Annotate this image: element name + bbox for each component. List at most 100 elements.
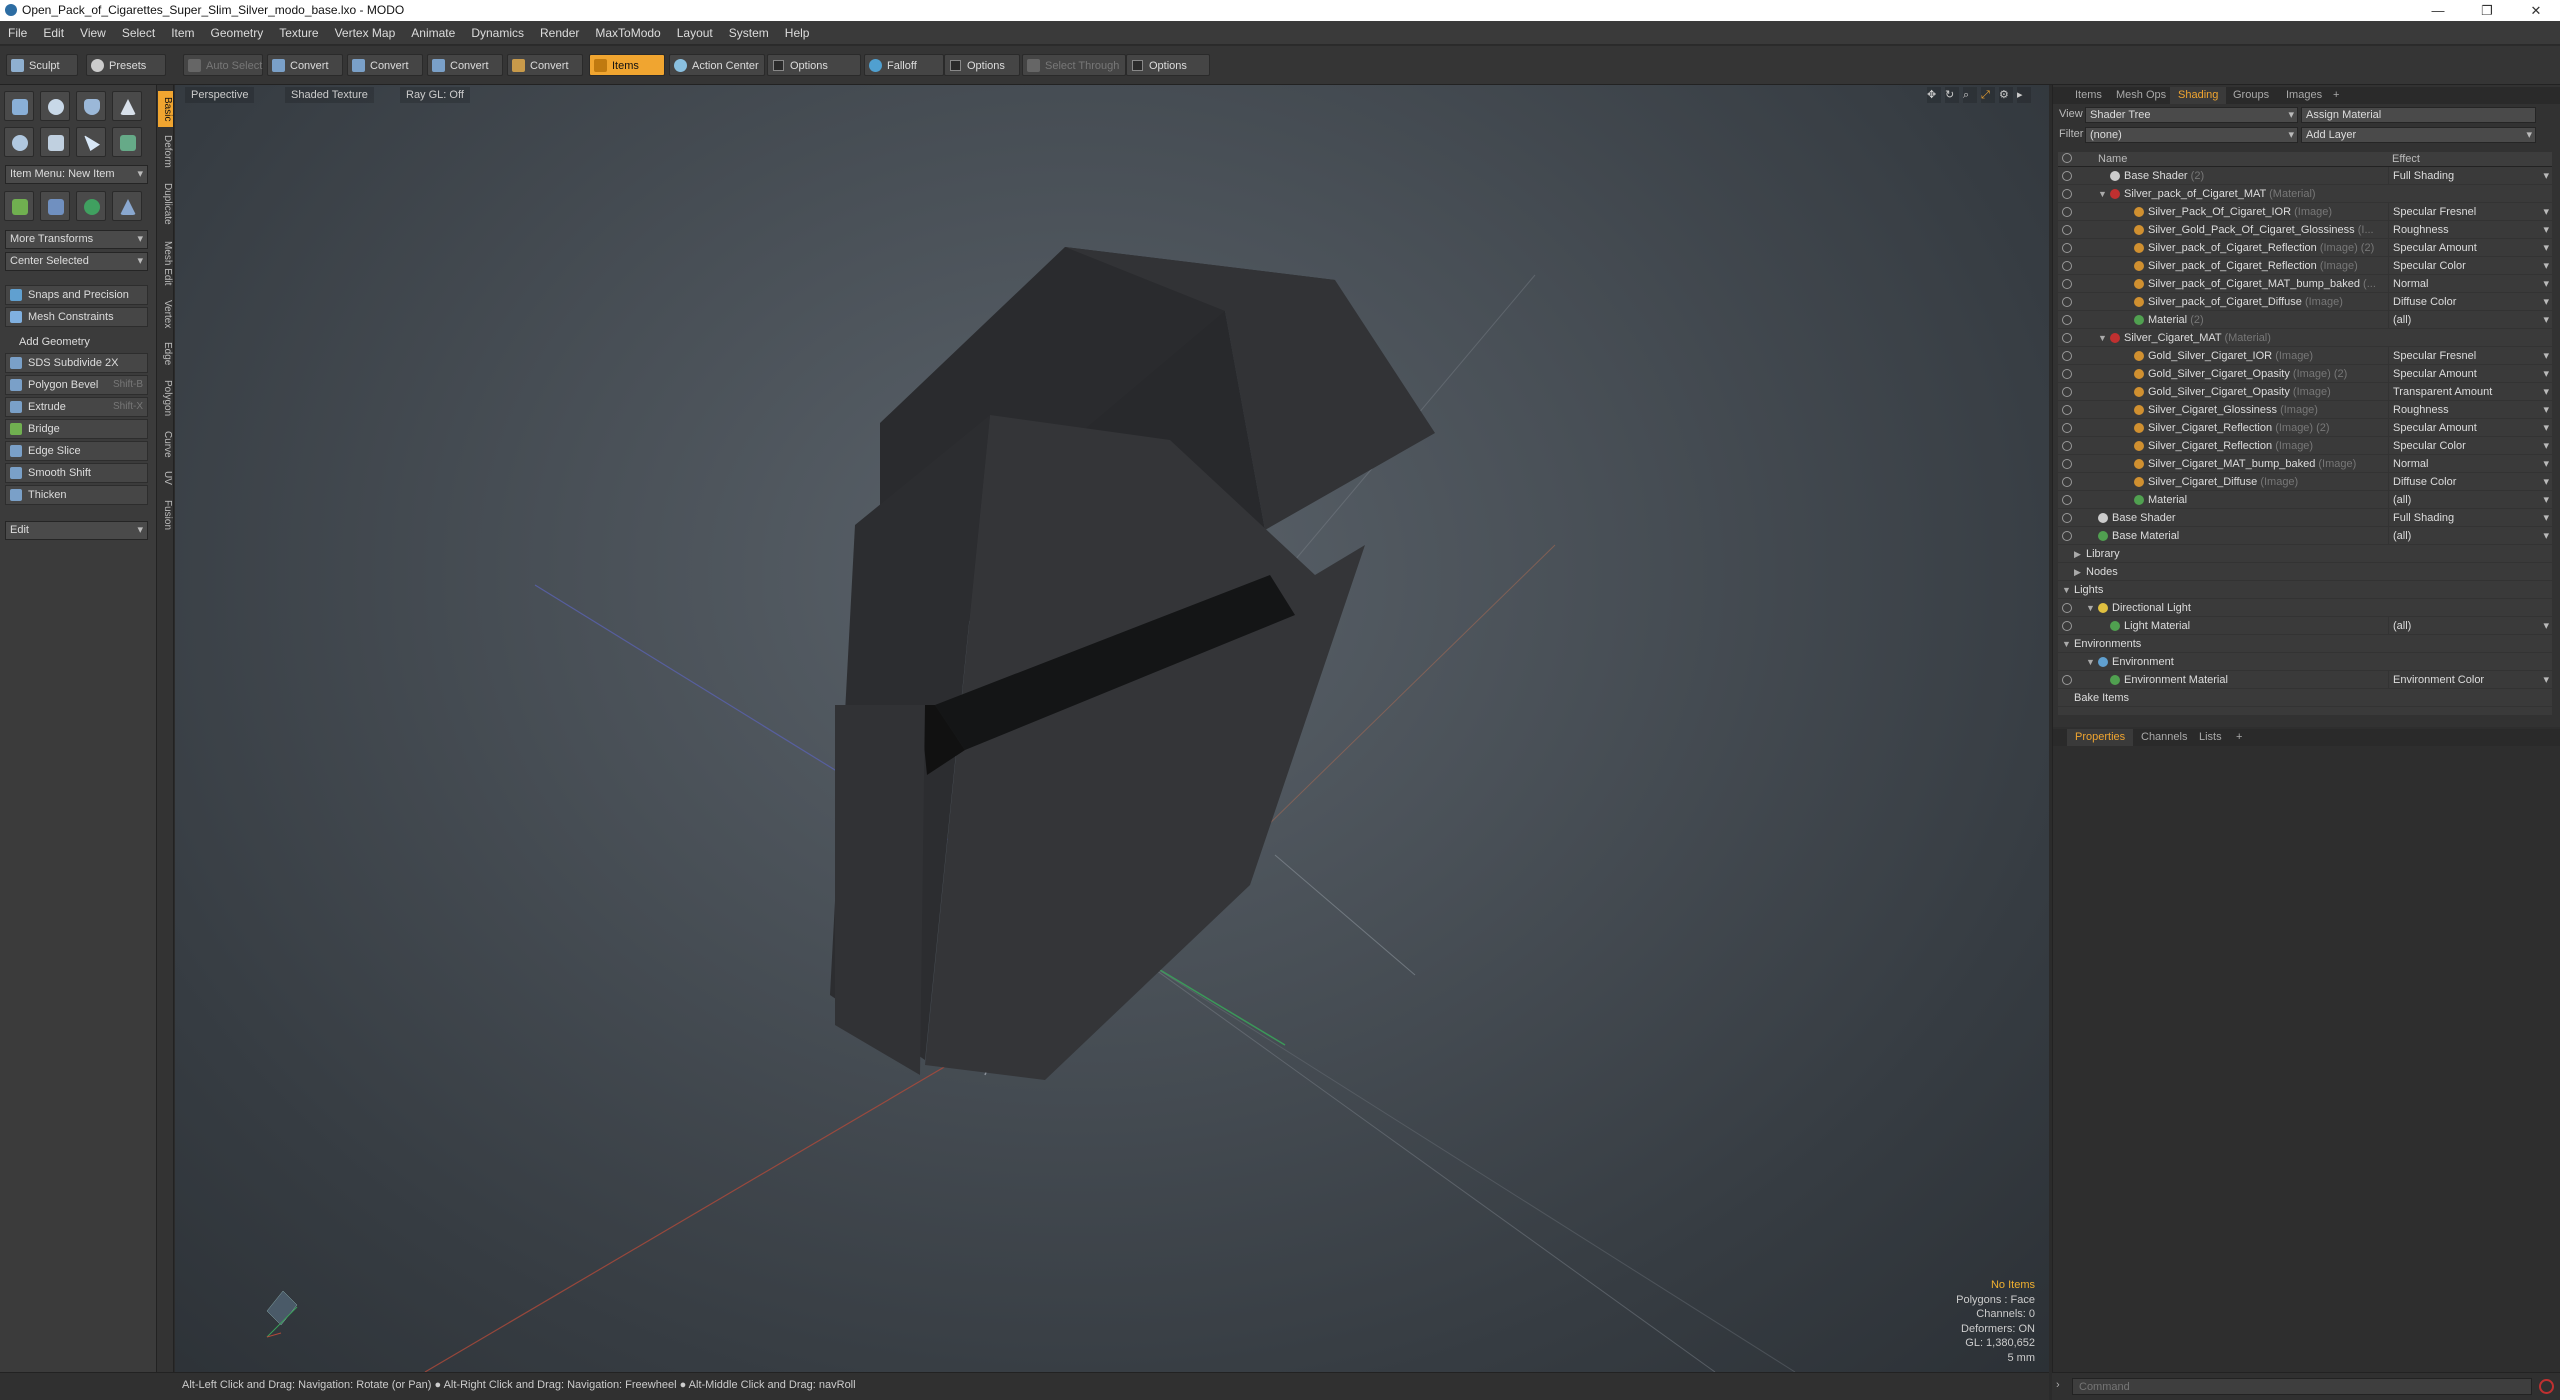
convert-edges-button[interactable]: Convert <box>347 54 423 76</box>
presets-button[interactable]: Presets <box>86 54 166 76</box>
visibility-eye-icon[interactable] <box>2062 171 2072 181</box>
menu-vertex-map[interactable]: Vertex Map <box>327 21 404 45</box>
layer-effect-dropdown[interactable]: Transparent Amount <box>2388 383 2552 401</box>
effect-column-header[interactable]: Effect <box>2392 153 2420 165</box>
visibility-eye-icon[interactable] <box>2062 387 2072 397</box>
tab-shading[interactable]: Shading <box>2170 87 2227 104</box>
visibility-eye-icon[interactable] <box>2062 621 2072 631</box>
visibility-eye-icon[interactable] <box>2062 207 2072 217</box>
assign-material-button[interactable]: Assign Material <box>2301 107 2536 123</box>
shader-tree-row[interactable]: Silver_Cigaret_Diffuse (Image) Diffuse Co… <box>2058 473 2552 491</box>
view-dropdown[interactable]: Shader Tree <box>2085 107 2298 123</box>
shader-tree-row[interactable]: Silver_pack_of_Cigaret_MAT_bump_baked (.… <box>2058 275 2552 293</box>
zoom-icon[interactable]: ⌕ <box>1963 87 1977 103</box>
layer-effect-dropdown[interactable]: Full Shading <box>2388 509 2552 527</box>
shader-tree-row[interactable]: Silver_Cigaret_Reflection (Image) (2) Spe… <box>2058 419 2552 437</box>
visibility-eye-icon[interactable] <box>2062 495 2072 505</box>
cone-tool-button[interactable] <box>112 91 142 121</box>
name-column-header[interactable]: Name <box>2098 153 2127 165</box>
polygon-bevel-button[interactable]: Polygon Bevel Shift-B <box>5 375 148 395</box>
visibility-eye-icon[interactable] <box>2062 531 2072 541</box>
shader-tree-row[interactable]: ▼ Lights <box>2058 581 2552 599</box>
shader-tree-row[interactable]: ▼ Environments <box>2058 635 2552 653</box>
shader-tree-row[interactable]: Bake Items <box>2058 689 2552 707</box>
convert-polygons-button[interactable]: Convert <box>427 54 503 76</box>
visibility-eye-icon[interactable] <box>2062 603 2072 613</box>
shader-tree-row[interactable]: ▶ Nodes <box>2058 563 2552 581</box>
tab-channels[interactable]: Channels <box>2133 729 2195 746</box>
visibility-eye-icon[interactable] <box>2062 369 2072 379</box>
items-mode-button[interactable]: Items <box>589 54 665 76</box>
options-button-2[interactable]: Options <box>944 54 1020 76</box>
visibility-eye-icon[interactable] <box>2062 477 2072 487</box>
visibility-eye-icon[interactable] <box>2062 405 2072 415</box>
shader-tree-row[interactable]: Silver_Cigaret_MAT_bump_baked (Image) Nor… <box>2058 455 2552 473</box>
filter-dropdown[interactable]: (none) <box>2085 127 2298 143</box>
capsule-tool-button[interactable] <box>40 127 70 157</box>
add-layer-dropdown[interactable]: Add Layer <box>2301 127 2536 143</box>
scale-tool-button[interactable] <box>112 191 142 221</box>
shader-tree-row[interactable]: Silver_Pack_Of_Cigaret_IOR (Image) Specul… <box>2058 203 2552 221</box>
menu-render[interactable]: Render <box>532 21 587 45</box>
shader-tree-row[interactable]: Silver_pack_of_Cigaret_Diffuse (Image) Di… <box>2058 293 2552 311</box>
tab-basic[interactable]: Basic <box>158 91 173 127</box>
tab-lists[interactable]: Lists <box>2191 729 2230 746</box>
menu-dynamics[interactable]: Dynamics <box>463 21 532 45</box>
menu-edit[interactable]: Edit <box>35 21 72 45</box>
shader-tree-row[interactable]: Gold_Silver_Cigaret_IOR (Image) Specular … <box>2058 347 2552 365</box>
collapse-arrow-icon[interactable]: ▼ <box>2062 581 2071 599</box>
layer-effect-dropdown[interactable]: Roughness <box>2388 221 2552 239</box>
layer-effect-dropdown[interactable]: Specular Color <box>2388 257 2552 275</box>
sculpt-button[interactable]: Sculpt <box>6 54 78 76</box>
transform-tool-button[interactable] <box>4 191 34 221</box>
shader-tree-row[interactable]: ▶ Library <box>2058 545 2552 563</box>
options-button-1[interactable]: Options <box>767 54 861 76</box>
extrude-button[interactable]: Extrude Shift-X <box>5 397 148 417</box>
maximize-button[interactable]: ❐ <box>2464 0 2510 21</box>
visibility-eye-icon[interactable] <box>2062 513 2072 523</box>
action-center-button[interactable]: Action Center <box>669 54 765 76</box>
tab-items[interactable]: Items <box>2067 87 2110 104</box>
visibility-eye-icon[interactable] <box>2062 189 2072 199</box>
mesh-constraints-button[interactable]: Mesh Constraints <box>5 307 148 327</box>
tab-uv[interactable]: UV <box>158 465 173 491</box>
layer-effect-dropdown[interactable]: (all) <box>2388 311 2552 329</box>
menu-select[interactable]: Select <box>114 21 163 45</box>
layer-effect-dropdown[interactable]: Full Shading <box>2388 167 2552 185</box>
shader-tree-row[interactable]: Silver_Gold_Pack_Of_Cigaret_Glossiness (… <box>2058 221 2552 239</box>
center-selected-dropdown[interactable]: Center Selected <box>5 252 148 271</box>
select-through-button[interactable]: Select Through <box>1022 54 1126 76</box>
shader-tree-row[interactable]: ▼ Environment <box>2058 653 2552 671</box>
shader-tree-row[interactable]: Gold_Silver_Cigaret_Opasity (Image) Trans… <box>2058 383 2552 401</box>
minimize-button[interactable]: — <box>2415 0 2461 21</box>
tab-groups[interactable]: Groups <box>2225 87 2277 104</box>
auto-select-button[interactable]: Auto Select <box>183 54 263 76</box>
rotate-view-icon[interactable]: ↻ <box>1945 87 1959 103</box>
layer-effect-dropdown[interactable]: Specular Amount <box>2388 239 2552 257</box>
visibility-eye-icon[interactable] <box>2062 333 2072 343</box>
tab-properties[interactable]: Properties <box>2067 729 2134 746</box>
tab-duplicate[interactable]: Duplicate <box>158 175 173 233</box>
layer-effect-dropdown[interactable]: Normal <box>2388 275 2552 293</box>
shader-tree-row[interactable]: Silver_Cigaret_Glossiness (Image) Roughne… <box>2058 401 2552 419</box>
visibility-eye-icon[interactable] <box>2062 297 2072 307</box>
edit-dropdown[interactable]: Edit <box>5 521 148 540</box>
sphere-tool-button[interactable] <box>40 91 70 121</box>
menu-geometry[interactable]: Geometry <box>203 21 272 45</box>
menu-item[interactable]: Item <box>163 21 202 45</box>
collapse-arrow-icon[interactable]: ▼ <box>2062 635 2071 653</box>
tab-images[interactable]: Images <box>2278 87 2330 104</box>
layer-effect-dropdown[interactable]: Specular Fresnel <box>2388 347 2552 365</box>
visibility-eye-icon[interactable] <box>2062 675 2072 685</box>
close-button[interactable]: ✕ <box>2513 0 2559 21</box>
shader-tree-row[interactable]: Gold_Silver_Cigaret_Opasity (Image) (2) S… <box>2058 365 2552 383</box>
shader-tree-row[interactable]: ▼ Silver_Cigaret_MAT (Material) <box>2058 329 2552 347</box>
bridge-button[interactable]: Bridge <box>5 419 148 439</box>
layer-effect-dropdown[interactable]: Specular Color <box>2388 437 2552 455</box>
edge-slice-button[interactable]: Edge Slice <box>5 441 148 461</box>
tab-mesh-ops[interactable]: Mesh Ops <box>2108 87 2174 104</box>
rotate-tool-button[interactable] <box>76 191 106 221</box>
tab-curve[interactable]: Curve <box>158 425 173 463</box>
menu-texture[interactable]: Texture <box>271 21 326 45</box>
sds-subdivide-button[interactable]: SDS Subdivide 2X <box>5 353 148 373</box>
